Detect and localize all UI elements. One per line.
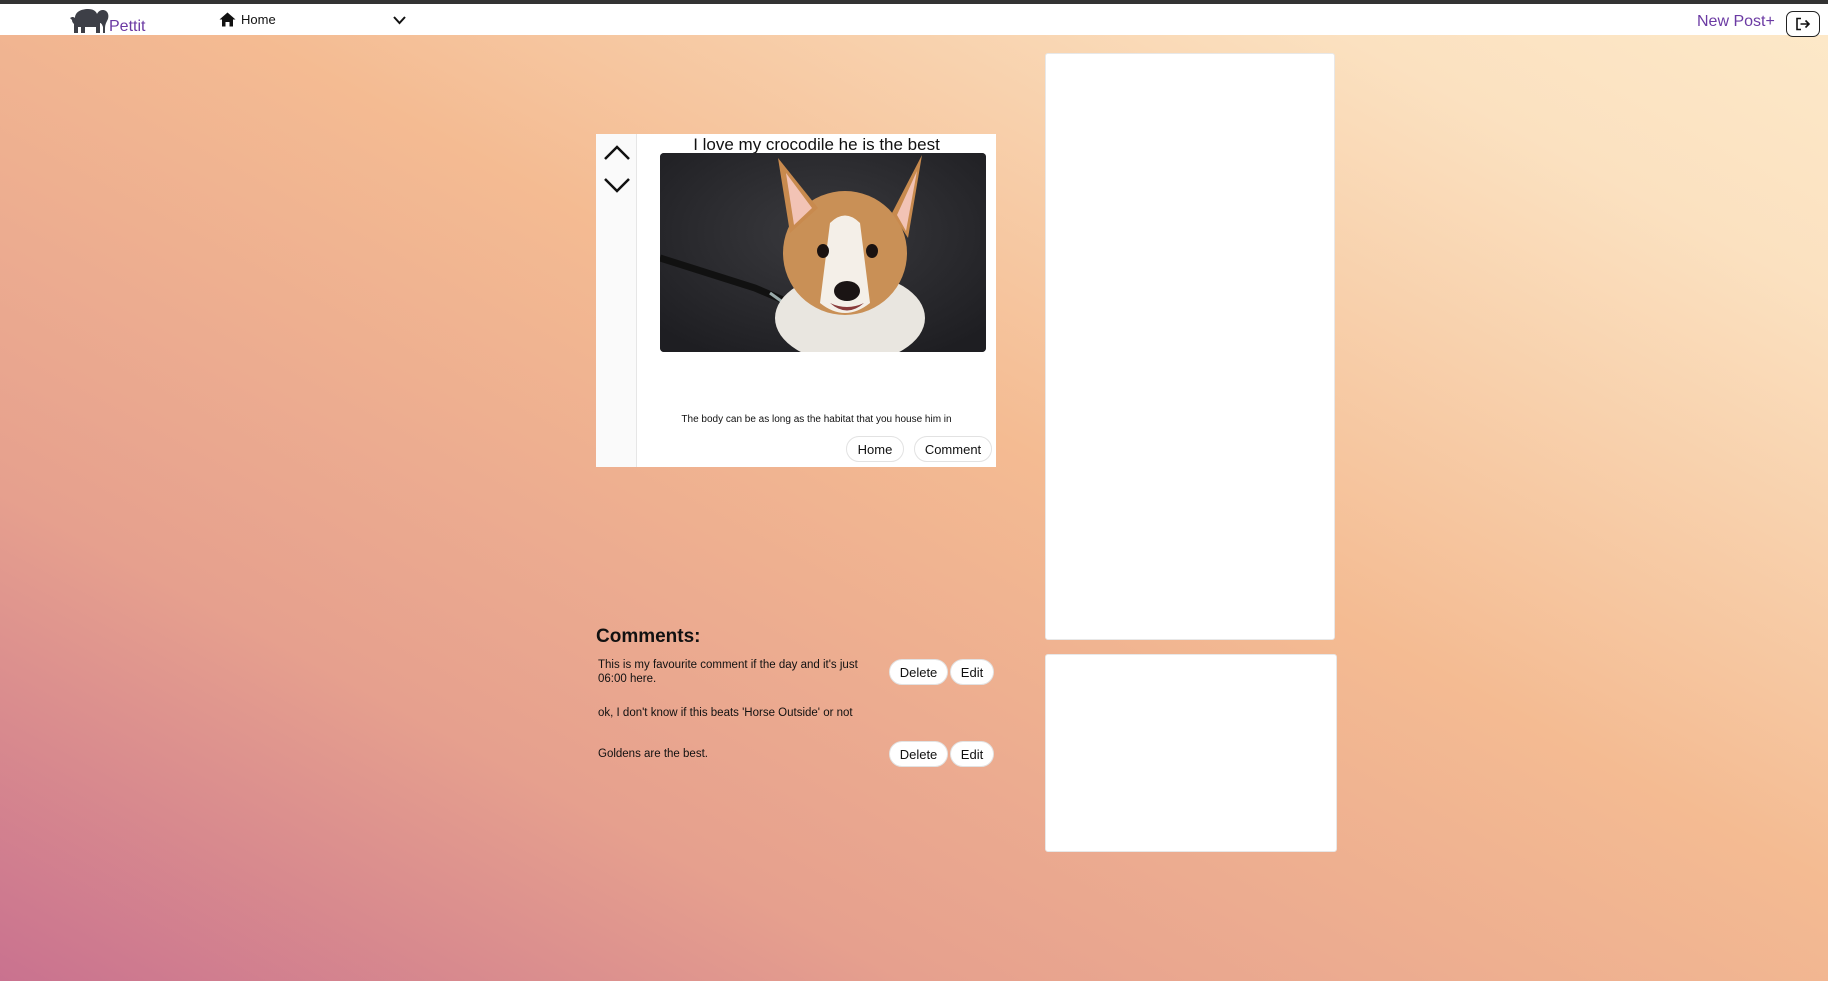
comment-edit-button[interactable]: Edit <box>950 659 994 685</box>
post-home-button[interactable]: Home <box>846 436 904 462</box>
post-card: I love my crocodile he is the best The b… <box>596 134 996 467</box>
home-nav-label: Home <box>241 12 276 27</box>
comment-text: This is my favourite comment if the day … <box>598 659 858 685</box>
elephant-icon[interactable] <box>69 6 111 36</box>
navbar: Pettit Home New Post+ <box>0 4 1828 37</box>
comment-edit-button[interactable]: Edit <box>950 741 994 767</box>
home-icon <box>219 12 236 27</box>
sidebar-panel-bottom <box>1045 654 1337 852</box>
chevron-down-icon[interactable] <box>392 14 407 26</box>
downvote-chevron-down-icon[interactable] <box>602 175 632 195</box>
post-body: The body can be as long as the habitat t… <box>681 414 952 425</box>
comment-delete-button[interactable]: Delete <box>889 659 948 685</box>
comment-delete-button[interactable]: Delete <box>889 741 948 767</box>
comment-text: Goldens are the best. <box>598 748 708 760</box>
brand-name[interactable]: Pettit <box>109 18 145 36</box>
comment-text: ok, I don't know if this beats 'Horse Ou… <box>598 707 853 719</box>
post-image-corgi <box>660 153 986 352</box>
sidebar-panel-top <box>1045 53 1335 640</box>
logout-icon <box>1796 17 1811 31</box>
upvote-chevron-up-icon[interactable] <box>602 143 632 163</box>
new-post-link[interactable]: New Post+ <box>1697 13 1775 31</box>
home-nav-link[interactable]: Home <box>219 12 276 27</box>
vote-column <box>596 134 637 467</box>
post-title: I love my crocodile he is the best <box>693 135 940 154</box>
logout-button[interactable] <box>1786 11 1820 37</box>
comments-heading: Comments: <box>596 626 701 647</box>
post-comment-button[interactable]: Comment <box>914 436 992 462</box>
